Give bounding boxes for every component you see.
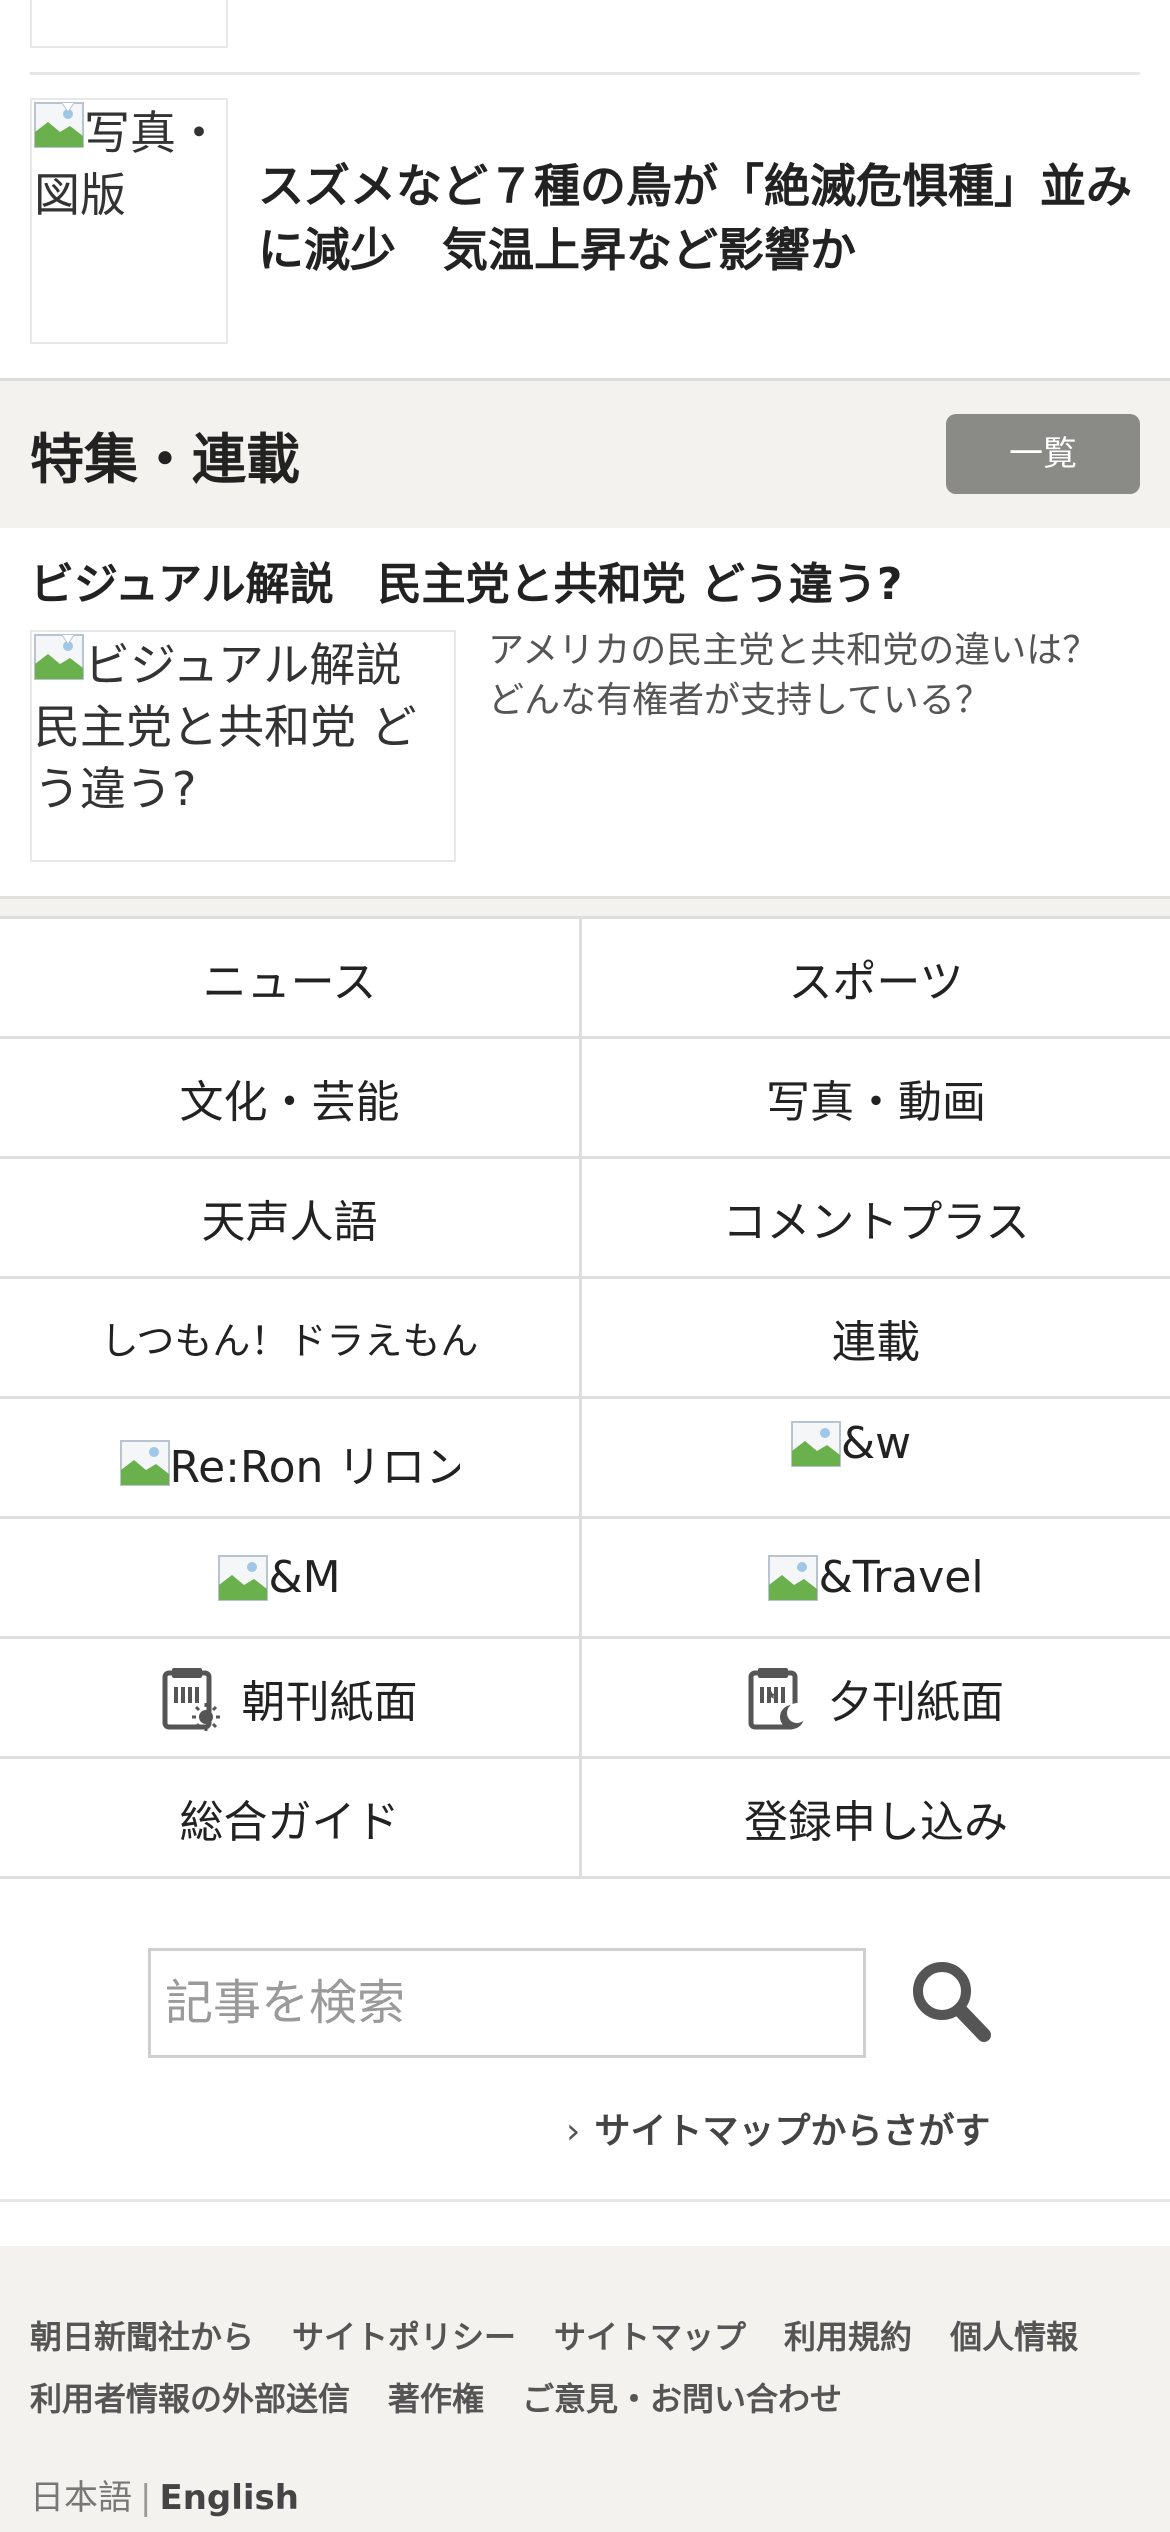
and-m-alt: &M bbox=[268, 1552, 341, 1603]
nav-guide[interactable]: 総合ガイド bbox=[0, 1759, 582, 1879]
nav-evening-paper[interactable]: 夕刊紙面 bbox=[582, 1639, 1170, 1759]
morning-paper-icon bbox=[162, 1665, 220, 1731]
feature-title[interactable]: ビジュアル解説 民主党と共和党 どう違う? bbox=[30, 548, 902, 612]
broken-image-icon bbox=[34, 634, 84, 680]
footer-link-external-transmission[interactable]: 利用者情報の外部送信 bbox=[30, 2368, 350, 2430]
section-title: 特集・連載 bbox=[30, 428, 300, 491]
nav-and-w[interactable]: &w bbox=[582, 1399, 1170, 1519]
previous-article-thumbnail[interactable] bbox=[30, 0, 228, 48]
broken-image-icon bbox=[218, 1554, 269, 1601]
evening-paper-label: 夕刊紙面 bbox=[828, 1676, 1004, 1728]
reron-logo: Re:Ron リロン bbox=[119, 1431, 460, 1495]
search-icon bbox=[913, 1961, 991, 2042]
nav-reron[interactable]: Re:Ron リロン bbox=[0, 1399, 582, 1519]
footer-link-contact[interactable]: ご意見・お問い合わせ bbox=[522, 2368, 842, 2430]
search-input[interactable] bbox=[148, 1948, 866, 2058]
sitemap-link-label: サイトマップからさがす bbox=[594, 2111, 991, 2152]
and-travel-logo: &Travel bbox=[768, 1552, 984, 1603]
broken-image-icon bbox=[119, 1439, 170, 1486]
nav-tenseijingo[interactable]: 天声人語 bbox=[0, 1159, 582, 1279]
article-item[interactable]: 写真・図版 スズメなど７種の鳥が「絶滅危惧種」並みに減少 気温上昇など影響か bbox=[30, 98, 1140, 344]
footer-link-copyright[interactable]: 著作権 bbox=[388, 2368, 484, 2430]
feature-thumbnail[interactable]: ビジュアル解説 民主党と共和党 どう違う? bbox=[30, 630, 456, 862]
sitemap-search-link[interactable]: › サイトマップからさがす bbox=[566, 2102, 990, 2154]
footer-link-company[interactable]: 朝日新聞社から bbox=[30, 2306, 254, 2368]
nav-and-m[interactable]: &M bbox=[0, 1519, 582, 1639]
nav-photo-video[interactable]: 写真・動画 bbox=[582, 1039, 1170, 1159]
section-divider bbox=[0, 896, 1170, 916]
footer-link-terms[interactable]: 利用規約 bbox=[784, 2306, 912, 2368]
and-travel-alt: &Travel bbox=[818, 1552, 984, 1603]
footer: 朝日新聞社から サイトポリシー サイトマップ 利用規約 個人情報利用者情報の外部送信 著作… bbox=[0, 2246, 1170, 2532]
broken-image-icon bbox=[34, 102, 84, 148]
nav-shitsumon-doraemon[interactable]: しつもん！ドラえもん bbox=[0, 1279, 582, 1399]
footer-link-site-policy[interactable]: サイトポリシー bbox=[292, 2306, 516, 2368]
nav-comment-plus[interactable]: コメントプラス bbox=[582, 1159, 1170, 1279]
nav-morning-paper[interactable]: 朝刊紙面 bbox=[0, 1639, 582, 1759]
broken-image-icon bbox=[768, 1554, 819, 1601]
broken-image-icon bbox=[790, 1420, 841, 1467]
nav-sports[interactable]: スポーツ bbox=[582, 919, 1170, 1039]
article-title[interactable]: スズメなど７種の鳥が「絶滅危惧種」並みに減少 気温上昇など影響か bbox=[258, 154, 1148, 282]
nav-register[interactable]: 登録申し込み bbox=[582, 1759, 1170, 1879]
language-switcher: 日本語 | English bbox=[30, 2470, 299, 2519]
footer-link-sitemap[interactable]: サイトマップ bbox=[554, 2306, 746, 2368]
and-w-logo: &w bbox=[790, 1418, 912, 1469]
search-button[interactable] bbox=[906, 1952, 996, 2052]
and-m-logo: &M bbox=[218, 1552, 341, 1603]
lang-separator: | bbox=[140, 2478, 152, 2518]
article-divider bbox=[30, 72, 1140, 75]
list-all-button[interactable]: 一覧 bbox=[946, 414, 1140, 494]
nav-shitsumon-label: しつもん！ドラえもん bbox=[100, 1319, 479, 1363]
article-thumbnail[interactable]: 写真・図版 bbox=[30, 98, 228, 344]
reron-alt: Re:Ron リロン bbox=[169, 1441, 460, 1493]
footer-link-privacy[interactable]: 個人情報 bbox=[950, 2306, 1078, 2368]
evening-paper-icon bbox=[748, 1665, 806, 1731]
category-nav-grid: ニュース スポーツ 文化・芸能 写真・動画 天声人語 コメントプラス しつもん！… bbox=[0, 916, 1170, 1879]
lang-japanese[interactable]: 日本語 bbox=[30, 2478, 132, 2518]
footer-links: 朝日新聞社から サイトポリシー サイトマップ 利用規約 個人情報利用者情報の外部送信 著作… bbox=[30, 2306, 1150, 2430]
feature-thumbnail-alt: ビジュアル解説 民主党と共和党 どう違う? bbox=[34, 638, 448, 817]
nav-and-travel[interactable]: &Travel bbox=[582, 1519, 1170, 1639]
features-section-header: 特集・連載 一覧 bbox=[0, 378, 1170, 528]
page: 写真・図版 スズメなど７種の鳥が「絶滅危惧種」並みに減少 気温上昇など影響か 特… bbox=[0, 0, 1170, 2532]
nav-news[interactable]: ニュース bbox=[0, 919, 582, 1039]
nav-rensai[interactable]: 連載 bbox=[582, 1279, 1170, 1399]
feature-description: アメリカの民主党と共和党の違いは？どんな有権者が支持している？ bbox=[488, 630, 1099, 721]
lang-english[interactable]: English bbox=[159, 2478, 299, 2518]
morning-paper-label: 朝刊紙面 bbox=[241, 1676, 418, 1728]
chevron-right-icon: › bbox=[566, 2111, 581, 2152]
and-w-alt: &w bbox=[840, 1418, 912, 1469]
search-area: › サイトマップからさがす bbox=[0, 1876, 1170, 2202]
nav-culture[interactable]: 文化・芸能 bbox=[0, 1039, 582, 1159]
